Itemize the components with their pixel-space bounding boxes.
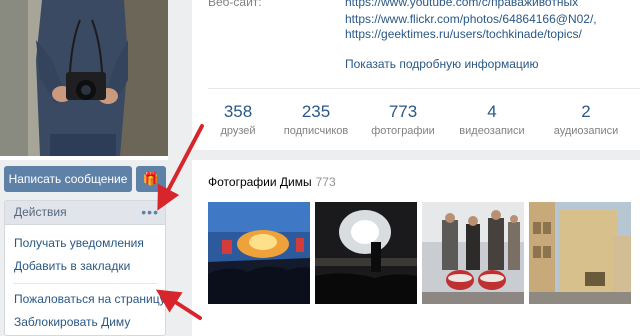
profile-photo-image [0, 0, 168, 156]
profile-info-card: Веб-сайт: https://www.youtube.com/c/прав… [192, 0, 640, 150]
website-link-youtube[interactable]: https://www.youtube.com/c/правaживотных [345, 0, 578, 9]
photo-thumbnail[interactable] [315, 202, 417, 304]
stat-videos[interactable]: 4 видеозаписи [444, 102, 540, 139]
photo-image [208, 202, 310, 304]
stat-label: фотографии [371, 125, 435, 137]
actions-menu: Получать уведомления Добавить в закладки… [5, 225, 166, 334]
gift-button[interactable]: 🎁 [136, 166, 166, 192]
photos-count: 773 [315, 175, 336, 189]
stat-label: видеозаписи [459, 125, 525, 137]
menu-item-bookmark[interactable]: Добавить в закладки [5, 255, 165, 278]
stat-value: 773 [388, 102, 418, 121]
actions-header-label: Действия [14, 205, 67, 219]
photo-image [529, 202, 631, 304]
stat-photos[interactable]: 773 фотографии [355, 102, 451, 139]
menu-item-notifications[interactable]: Получать уведомления [5, 232, 165, 255]
gift-icon: 🎁 [142, 171, 160, 186]
photo-thumbnail[interactable] [529, 202, 631, 304]
website-link-geektimes[interactable]: https://geektimes.ru/users/tochkinade/to… [345, 27, 582, 41]
stat-value: 235 [301, 102, 331, 121]
stat-label: аудиозаписи [553, 125, 619, 137]
photo-image [315, 202, 417, 304]
actions-dropdown: Действия ••• Получать уведомления Добави… [4, 200, 166, 336]
website-label: Веб-сайт: [208, 0, 262, 9]
menu-divider [13, 283, 157, 284]
actions-header[interactable]: Действия ••• [5, 201, 165, 225]
photo-image [422, 202, 524, 304]
website-link-flickr[interactable]: https://www.flickr.com/photos/64864166@N… [345, 12, 597, 26]
photo-thumbnail[interactable] [422, 202, 524, 304]
stat-value: 4 [487, 102, 497, 121]
photos-block: Фотографии Димы 773 [192, 160, 640, 336]
photos-header[interactable]: Фотографии Димы 773 [208, 175, 336, 189]
stat-audio[interactable]: 2 аудиозаписи [538, 102, 634, 139]
stat-label: подписчиков [283, 125, 349, 137]
info-divider [208, 88, 640, 89]
menu-item-report[interactable]: Пожаловаться на страницу [5, 288, 166, 311]
profile-buttons: Написать сообщение 🎁 [0, 166, 168, 192]
more-dots-icon[interactable]: ••• [141, 201, 159, 223]
stat-followers[interactable]: 235 подписчиков [268, 102, 364, 139]
photos-title: Фотографии Димы [208, 175, 312, 189]
stat-value: 2 [581, 102, 591, 121]
show-more-info-link[interactable]: Показать подробную информацию [345, 57, 539, 71]
profile-photo[interactable] [0, 0, 168, 156]
profile-avatar-card [0, 0, 168, 160]
menu-item-block[interactable]: Заблокировать Диму [5, 311, 165, 334]
write-message-button[interactable]: Написать сообщение [4, 166, 132, 192]
photo-thumbnail[interactable] [208, 202, 310, 304]
